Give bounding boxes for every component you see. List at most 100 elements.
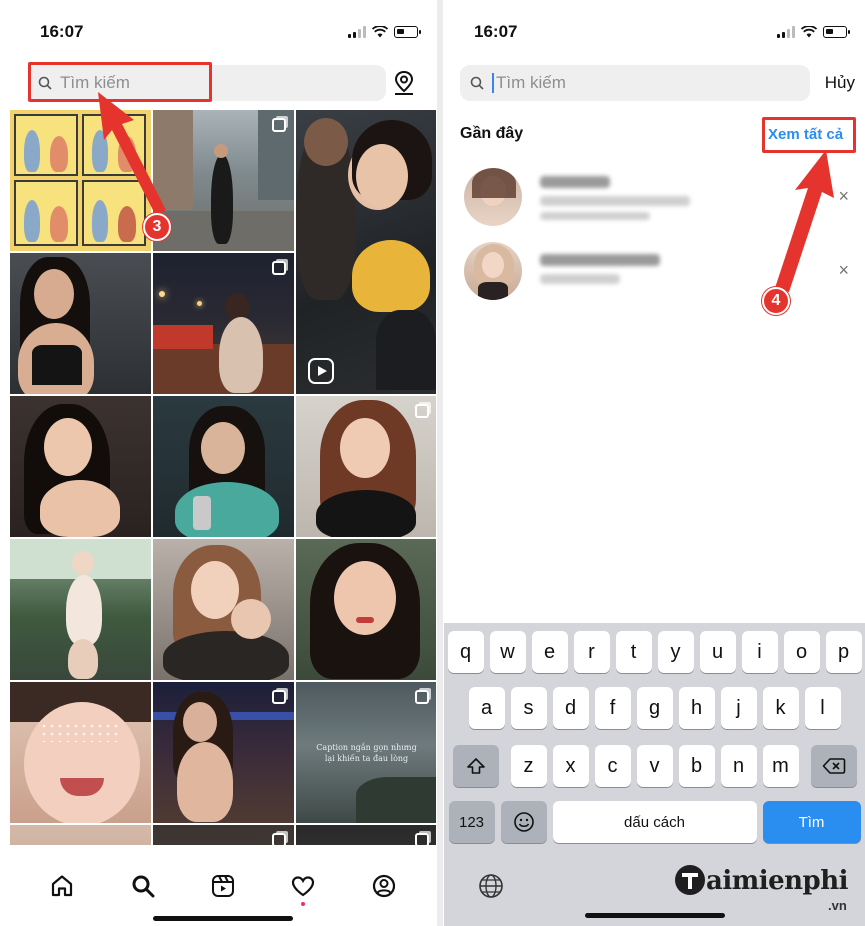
key-g[interactable]: g	[636, 687, 673, 729]
status-icons	[777, 26, 850, 38]
shift-icon	[466, 758, 485, 774]
key-a[interactable]: a	[468, 687, 505, 729]
keyboard-row-3: zxcvbnm	[444, 745, 865, 787]
globe-icon	[479, 874, 503, 898]
key-s[interactable]: s	[510, 687, 547, 729]
recent-searches-title: Gần đây	[460, 125, 524, 142]
globe-key[interactable]	[478, 873, 504, 904]
key-o[interactable]: o	[783, 631, 820, 673]
recent-search-item[interactable]: ×	[460, 242, 855, 308]
grid-tile[interactable]	[153, 396, 294, 537]
grid-tile[interactable]	[10, 539, 151, 680]
battery-icon	[823, 26, 850, 38]
remove-recent-button[interactable]: ×	[838, 186, 849, 207]
search-highlight-box	[28, 62, 212, 102]
search-icon	[470, 76, 484, 90]
key-z[interactable]: z	[510, 745, 547, 787]
remove-recent-button[interactable]: ×	[838, 260, 849, 281]
grid-tile[interactable]	[153, 253, 294, 394]
avatar	[464, 168, 522, 226]
explore-grid: Caption ngắn gọn nhưng lại khiến ta đau …	[10, 110, 436, 926]
key-l[interactable]: l	[804, 687, 841, 729]
key-m[interactable]: m	[762, 745, 799, 787]
emoji-icon	[513, 812, 534, 832]
view-all-highlight-box	[762, 117, 856, 153]
battery-icon	[394, 26, 421, 38]
logo-t-icon	[675, 865, 705, 895]
key-t[interactable]: t	[615, 631, 652, 673]
space-key[interactable]: dấu cách	[552, 801, 757, 843]
shift-key[interactable]	[452, 745, 499, 787]
wifi-icon	[372, 26, 388, 38]
heart-icon	[292, 875, 315, 896]
key-n[interactable]: n	[720, 745, 757, 787]
tab-profile[interactable]	[368, 870, 400, 902]
emoji-key[interactable]	[500, 801, 547, 843]
wifi-icon	[801, 26, 817, 38]
key-e[interactable]: e	[531, 631, 568, 673]
keyboard-row-1: qwertyuiop	[444, 631, 865, 673]
key-r[interactable]: r	[573, 631, 610, 673]
key-j[interactable]: j	[720, 687, 757, 729]
numbers-key[interactable]: 123	[448, 801, 495, 843]
tab-reels[interactable]	[207, 870, 239, 902]
delete-key[interactable]	[810, 745, 857, 787]
key-b[interactable]: b	[678, 745, 715, 787]
status-time: 16:07	[40, 22, 84, 41]
grid-tile[interactable]	[153, 539, 294, 680]
reels-badge-icon	[308, 358, 334, 384]
map-pin-icon[interactable]	[392, 70, 416, 96]
grid-tile[interactable]	[296, 539, 436, 680]
key-v[interactable]: v	[636, 745, 673, 787]
key-p[interactable]: p	[825, 631, 862, 673]
status-bar: 16:07	[444, 18, 865, 48]
key-q[interactable]: q	[447, 631, 484, 673]
key-f[interactable]: f	[594, 687, 631, 729]
step-badge-4: 4	[762, 287, 790, 315]
key-c[interactable]: c	[594, 745, 631, 787]
grid-tile[interactable]: Caption ngắn gọn nhưng lại khiến ta đau …	[296, 682, 436, 823]
screen-divider	[437, 0, 443, 926]
keyboard-row-2: asdfghjkl	[444, 687, 865, 729]
key-x[interactable]: x	[552, 745, 589, 787]
signal-icon	[348, 26, 366, 38]
tab-activity[interactable]	[287, 870, 319, 906]
backspace-icon	[822, 758, 845, 774]
key-h[interactable]: h	[678, 687, 715, 729]
status-time: 16:07	[474, 22, 518, 41]
grid-tile[interactable]	[10, 682, 151, 823]
keyboard-row-4: 123 dấu cách Tìm	[444, 801, 865, 843]
key-i[interactable]: i	[741, 631, 778, 673]
signal-icon	[777, 26, 795, 38]
grid-tile[interactable]	[10, 253, 151, 394]
search-go-key[interactable]: Tìm	[762, 801, 861, 843]
username-blurred	[540, 176, 610, 188]
search-input[interactable]: Tìm kiếm	[460, 65, 810, 101]
reels-icon	[211, 874, 234, 897]
key-k[interactable]: k	[762, 687, 799, 729]
grid-tile[interactable]	[296, 396, 436, 537]
tab-bar	[10, 845, 436, 926]
multi-post-icon	[415, 404, 429, 418]
fullname-blurred	[540, 196, 690, 206]
tab-home[interactable]	[46, 870, 78, 902]
home-icon	[52, 874, 73, 896]
grid-tile[interactable]	[153, 110, 294, 251]
key-y[interactable]: y	[657, 631, 694, 673]
grid-tile[interactable]	[153, 682, 294, 823]
watermark-domain: .vn	[828, 898, 847, 913]
grid-tile[interactable]	[10, 396, 151, 537]
key-d[interactable]: d	[552, 687, 589, 729]
tab-search[interactable]	[127, 870, 159, 902]
search-icon	[132, 875, 155, 897]
grid-tile[interactable]	[10, 110, 151, 251]
key-w[interactable]: w	[489, 631, 526, 673]
explore-screen: 16:07 Tìm kiếm Caption ngắn gọn nhưng lạ…	[10, 0, 436, 926]
grid-tile[interactable]	[296, 110, 436, 394]
multi-post-icon	[272, 690, 286, 704]
cancel-button[interactable]: Hủy	[825, 73, 855, 93]
username-blurred	[540, 254, 660, 266]
step-badge-3: 3	[143, 213, 171, 241]
recent-search-item[interactable]: ×	[460, 168, 855, 234]
key-u[interactable]: u	[699, 631, 736, 673]
